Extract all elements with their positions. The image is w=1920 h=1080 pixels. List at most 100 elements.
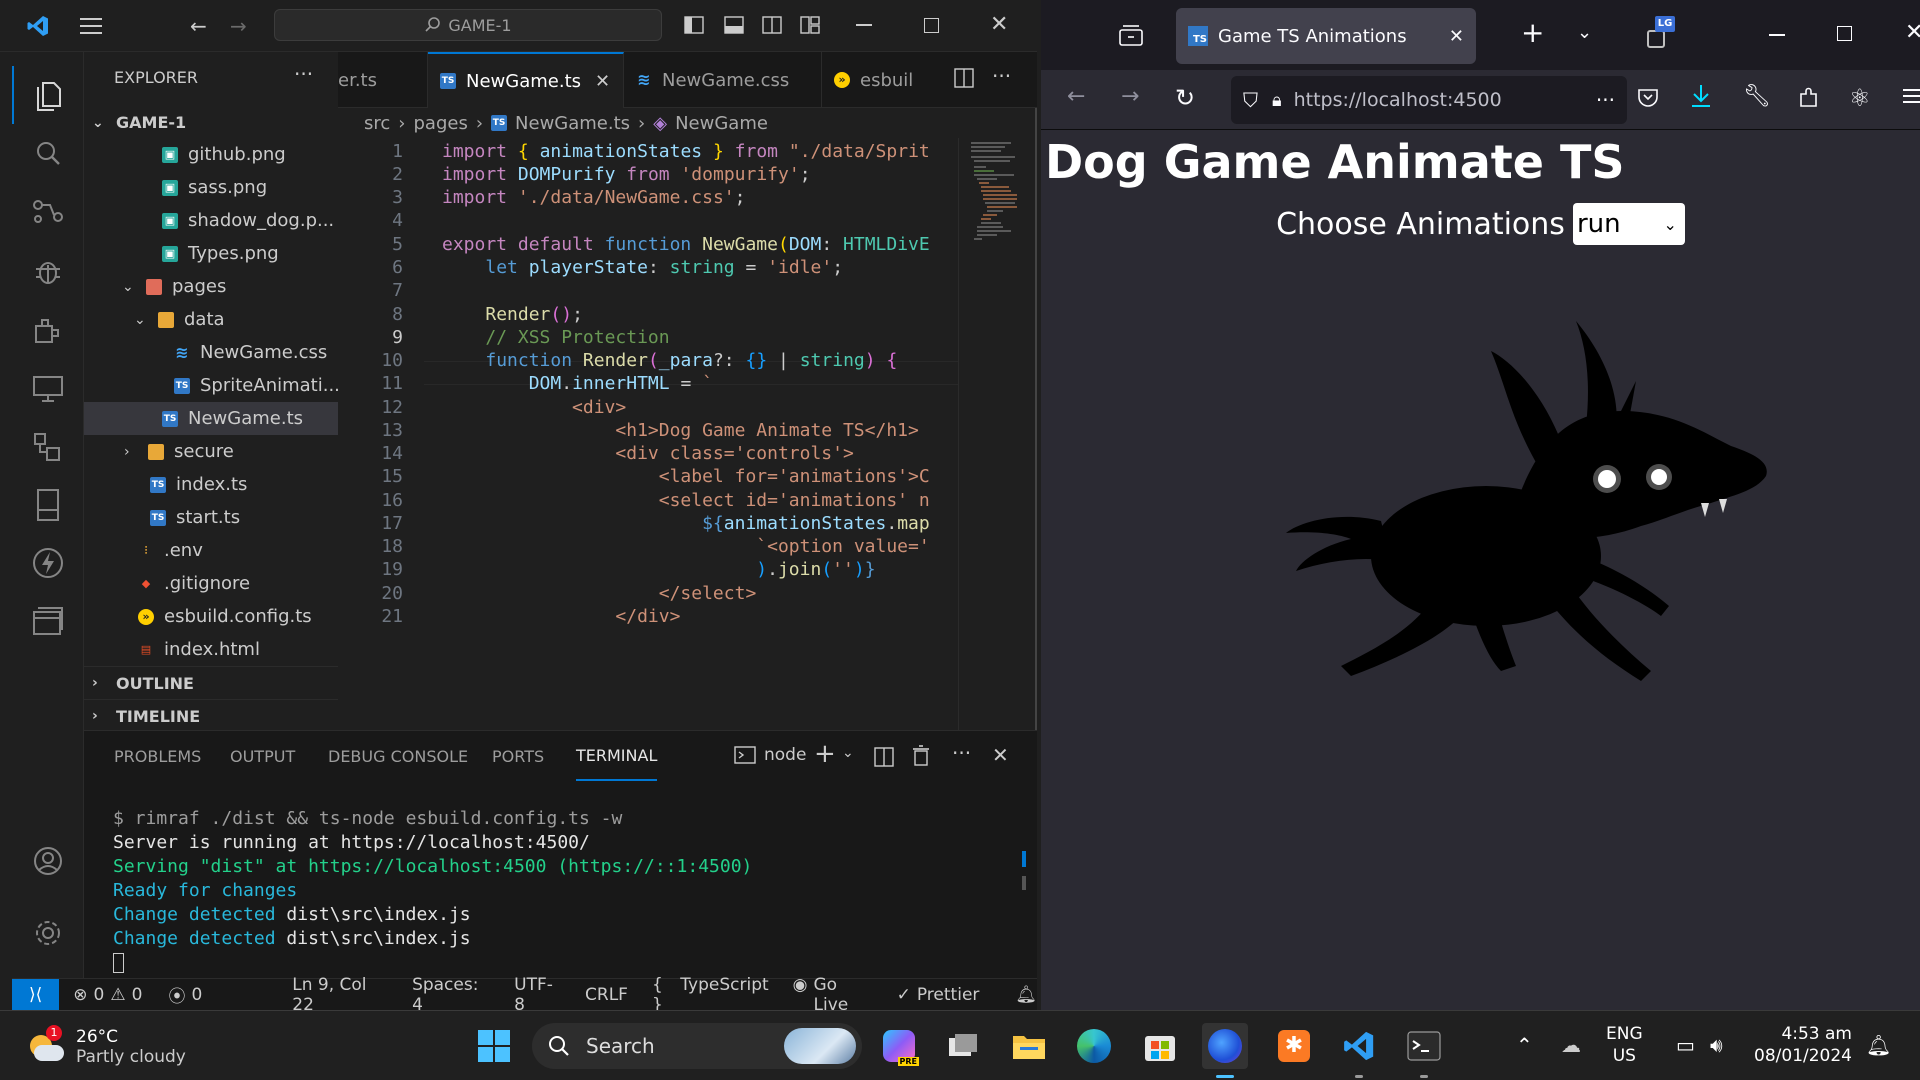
windows-start-icon[interactable] xyxy=(471,1023,517,1069)
encoding[interactable]: UTF-8 xyxy=(514,975,561,1015)
tab-output[interactable]: OUTPUT xyxy=(230,731,295,781)
indentation[interactable]: Spaces: 4 xyxy=(412,975,490,1015)
run-debug-icon[interactable] xyxy=(12,242,84,300)
minimize-icon[interactable] xyxy=(1769,34,1785,36)
ports-indicator[interactable]: ⦿ 0 xyxy=(168,982,202,1008)
file-explorer-icon[interactable] xyxy=(1006,1023,1052,1069)
close-panel-icon[interactable]: ✕ xyxy=(992,743,1009,767)
terminal-selector[interactable]: node xyxy=(734,745,806,765)
bookmarks-icon[interactable] xyxy=(12,476,84,534)
tab-newgame-ts[interactable]: TS NewGame.ts ✕ xyxy=(428,52,624,108)
timeline-section[interactable]: › TIMELINE xyxy=(84,699,338,732)
minimap[interactable] xyxy=(958,138,1035,730)
split-terminal-icon[interactable] xyxy=(874,747,894,771)
wrench-icon[interactable]: 🔧︎ xyxy=(1743,84,1771,109)
outline-section[interactable]: › OUTLINE xyxy=(84,666,338,699)
editor-more-icon[interactable]: ··· xyxy=(992,64,1011,88)
accounts-icon[interactable] xyxy=(12,832,84,890)
downloads-icon[interactable] xyxy=(1689,82,1713,114)
tree-item-start-ts[interactable]: TS start.ts xyxy=(84,501,338,534)
docker-icon[interactable] xyxy=(12,418,84,476)
remote-explorer-icon[interactable] xyxy=(12,360,84,418)
tree-item-newgame-ts[interactable]: TS NewGame.ts xyxy=(84,402,338,435)
prettier-status[interactable]: ✓ Prettier xyxy=(897,985,980,1005)
close-tab-icon[interactable]: ✕ xyxy=(595,71,610,92)
task-view-icon[interactable] xyxy=(940,1023,986,1069)
workspace-root[interactable]: ⌄ GAME-1 xyxy=(84,106,338,139)
settings-gear-icon[interactable] xyxy=(12,904,84,962)
back-arrow-icon[interactable]: ← xyxy=(190,14,207,38)
tree-folder-data[interactable]: ⌄ data xyxy=(84,303,338,336)
code-editor[interactable]: 1 2 3 4 5 6 7 8 9 10 11 12 13 14 15 16 17 18 19 20 21 import… xyxy=(338,138,958,730)
language-mode[interactable]: { } TypeScript xyxy=(652,975,769,1015)
extensions-icon[interactable] xyxy=(12,302,84,360)
tab-terminal[interactable]: TERMINAL xyxy=(576,731,658,781)
copilot-icon[interactable]: PRE xyxy=(876,1023,922,1069)
browser-tab-active[interactable]: TS Game TS Animations ✕ xyxy=(1176,8,1476,64)
app-menu-icon[interactable] xyxy=(1903,86,1920,110)
list-all-tabs-icon[interactable]: ⌄ xyxy=(1577,22,1592,43)
language-indicator[interactable]: ENG US xyxy=(1606,1023,1643,1067)
tree-item-env[interactable]: ⫶ .env xyxy=(84,534,338,567)
volume-icon[interactable]: 🔊︎ xyxy=(1710,1033,1723,1057)
end-of-line[interactable]: CRLF xyxy=(585,985,628,1005)
customize-layout-icon[interactable] xyxy=(800,16,820,38)
toggle-secondary-sidebar-icon[interactable] xyxy=(762,16,782,38)
forward-arrow-icon[interactable]: → xyxy=(1121,84,1139,109)
search-sidebar-icon[interactable] xyxy=(12,124,84,182)
chevron-down-icon[interactable]: ⌄ xyxy=(842,745,854,761)
terminal-taskbar-icon[interactable] xyxy=(1401,1023,1447,1069)
back-arrow-icon[interactable]: ← xyxy=(1067,84,1085,109)
close-tab-icon[interactable]: ✕ xyxy=(1449,26,1464,47)
pocket-icon[interactable] xyxy=(1636,86,1660,114)
extensions-puzzle-icon[interactable] xyxy=(1797,86,1821,114)
tree-folder-secure[interactable]: › secure xyxy=(84,435,338,468)
toggle-sidebar-icon[interactable] xyxy=(684,16,704,38)
forward-arrow-icon[interactable]: → xyxy=(230,14,247,38)
maximize-icon[interactable] xyxy=(924,18,939,33)
breadcrumb-file[interactable]: NewGame.ts xyxy=(515,113,630,134)
tree-item-shadow-dog[interactable]: ▣ shadow_dog.p... xyxy=(84,204,338,237)
tab-problems[interactable]: PROBLEMS xyxy=(114,731,201,781)
show-hidden-icons-chevron-icon[interactable]: ⌃ xyxy=(1516,1033,1533,1057)
tab-ports[interactable]: PORTS xyxy=(492,731,544,781)
onedrive-icon[interactable]: ☁ xyxy=(1561,1033,1581,1057)
tree-item-newgame-css[interactable]: ≋ NewGame.css xyxy=(84,336,338,369)
microsoft-store-icon[interactable] xyxy=(1137,1023,1183,1069)
open-editors-icon[interactable] xyxy=(12,592,84,650)
breadcrumb-pages[interactable]: pages xyxy=(413,113,467,134)
tab-er-ts[interactable]: er.ts xyxy=(338,52,428,108)
panel-more-icon[interactable]: ··· xyxy=(952,741,971,765)
xampp-icon[interactable]: ✱ xyxy=(1271,1023,1317,1069)
close-window-icon[interactable]: ✕ xyxy=(1905,20,1920,45)
tree-item-esbuild-config[interactable]: » esbuild.config.ts xyxy=(84,600,338,633)
firefox-taskbar-icon[interactable] xyxy=(1202,1023,1248,1069)
new-terminal-icon[interactable]: + xyxy=(814,739,836,769)
page-actions-icon[interactable]: ··· xyxy=(1596,88,1615,112)
tree-item-types-png[interactable]: ▣ Types.png xyxy=(84,237,338,270)
cursor-position[interactable]: Ln 9, Col 22 xyxy=(292,975,388,1015)
react-devtools-icon[interactable]: ⚛ xyxy=(1849,84,1871,112)
firefox-view-icon[interactable] xyxy=(1119,24,1143,50)
weather-widget[interactable]: 1 26°C Partly cloudy xyxy=(26,1025,286,1069)
tab-newgame-css[interactable]: ≋ NewGame.css xyxy=(624,52,822,108)
remote-indicator-icon[interactable]: ⟩⟨ xyxy=(12,978,60,1011)
tree-item-sprite-animation[interactable]: TS SpriteAnimati... xyxy=(84,369,340,402)
tree-folder-pages[interactable]: ⌄ pages xyxy=(84,270,338,303)
tree-item-github-png[interactable]: ▣ github.png xyxy=(84,138,338,171)
tree-item-sass-png[interactable]: ▣ sass.png xyxy=(84,171,338,204)
source-control-icon[interactable] xyxy=(12,182,84,240)
tab-debug-console[interactable]: DEBUG CONSOLE xyxy=(328,731,468,781)
tab-esbuild[interactable]: » esbuil xyxy=(822,52,922,108)
maximize-icon[interactable] xyxy=(1837,26,1852,41)
minimize-icon[interactable] xyxy=(856,24,872,26)
new-tab-icon[interactable]: + xyxy=(1521,16,1544,49)
tree-item-gitignore[interactable]: ◆ .gitignore xyxy=(84,567,338,600)
address-bar[interactable]: ⛉ 🔒︎ https://localhost:4500 ··· xyxy=(1231,76,1627,124)
container-badge-icon[interactable]: LG xyxy=(1647,16,1677,50)
trash-icon[interactable] xyxy=(912,745,930,771)
menu-icon[interactable] xyxy=(80,16,104,36)
problems-indicator[interactable]: ⊗ 0 ⚠ 0 xyxy=(73,985,142,1005)
breadcrumb-src[interactable]: src xyxy=(364,113,390,134)
notification-bell-icon[interactable]: 🔔︎ xyxy=(1866,1033,1891,1057)
